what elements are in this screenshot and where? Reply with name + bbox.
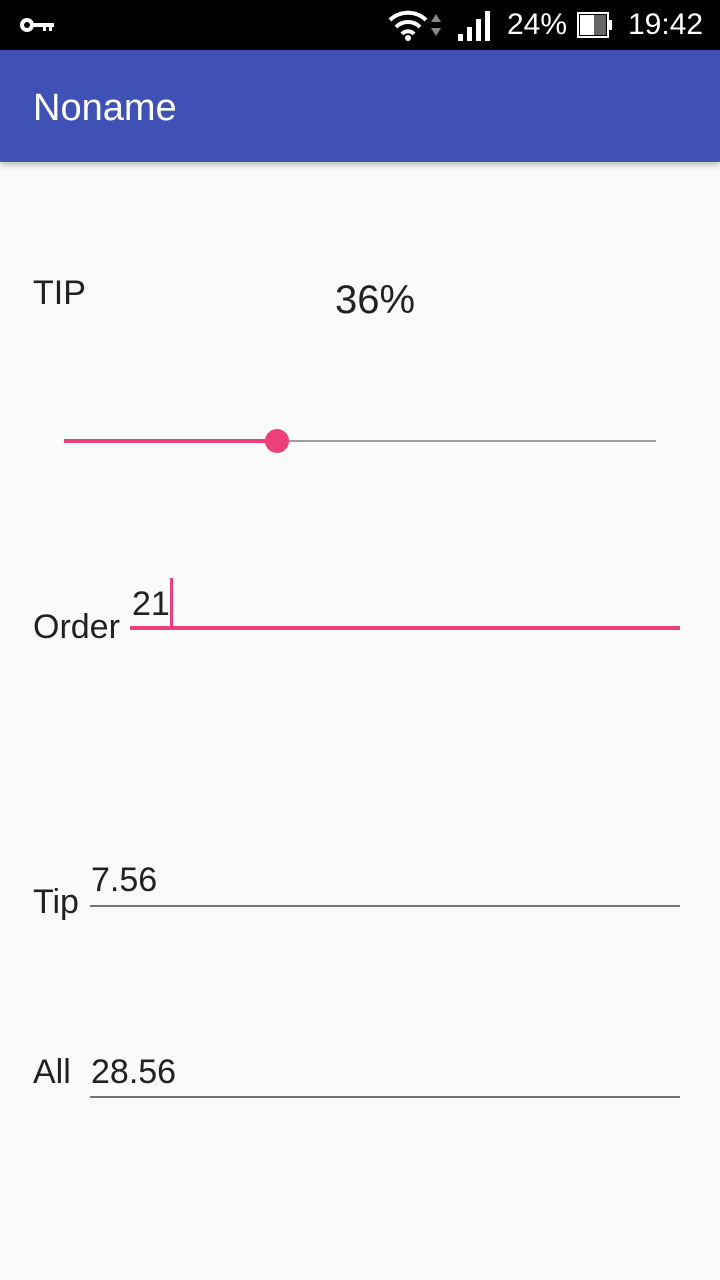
key-icon: [20, 18, 54, 32]
slider-thumb[interactable]: [265, 429, 289, 453]
data-updown-icon: [431, 14, 441, 36]
order-label: Order: [33, 608, 120, 646]
text-cursor: [170, 578, 173, 626]
tip-slider[interactable]: [64, 424, 656, 458]
status-bar: 24% 19:42: [0, 0, 720, 50]
tip-amount-label: Tip: [33, 883, 79, 921]
app-bar: Noname: [0, 50, 720, 162]
total-amount-field[interactable]: 28.56: [90, 1050, 680, 1098]
tip-amount-value: 7.56: [91, 861, 158, 899]
status-clock: 19:42: [628, 8, 704, 41]
signal-icon: [458, 11, 490, 41]
tip-amount-field[interactable]: 7.56: [90, 858, 680, 907]
order-input[interactable]: 21: [130, 578, 680, 630]
battery-percent: 24%: [507, 8, 568, 41]
app-title: Noname: [33, 87, 177, 129]
tip-section-label: TIP: [33, 274, 86, 312]
total-amount-value: 28.56: [91, 1053, 177, 1091]
slider-fill: [64, 439, 277, 443]
battery-icon: [577, 12, 612, 38]
wifi-icon: [388, 10, 428, 41]
order-input-value: 21: [132, 585, 170, 623]
tip-percent-value: 36%: [335, 278, 416, 322]
total-label: All: [33, 1053, 71, 1091]
